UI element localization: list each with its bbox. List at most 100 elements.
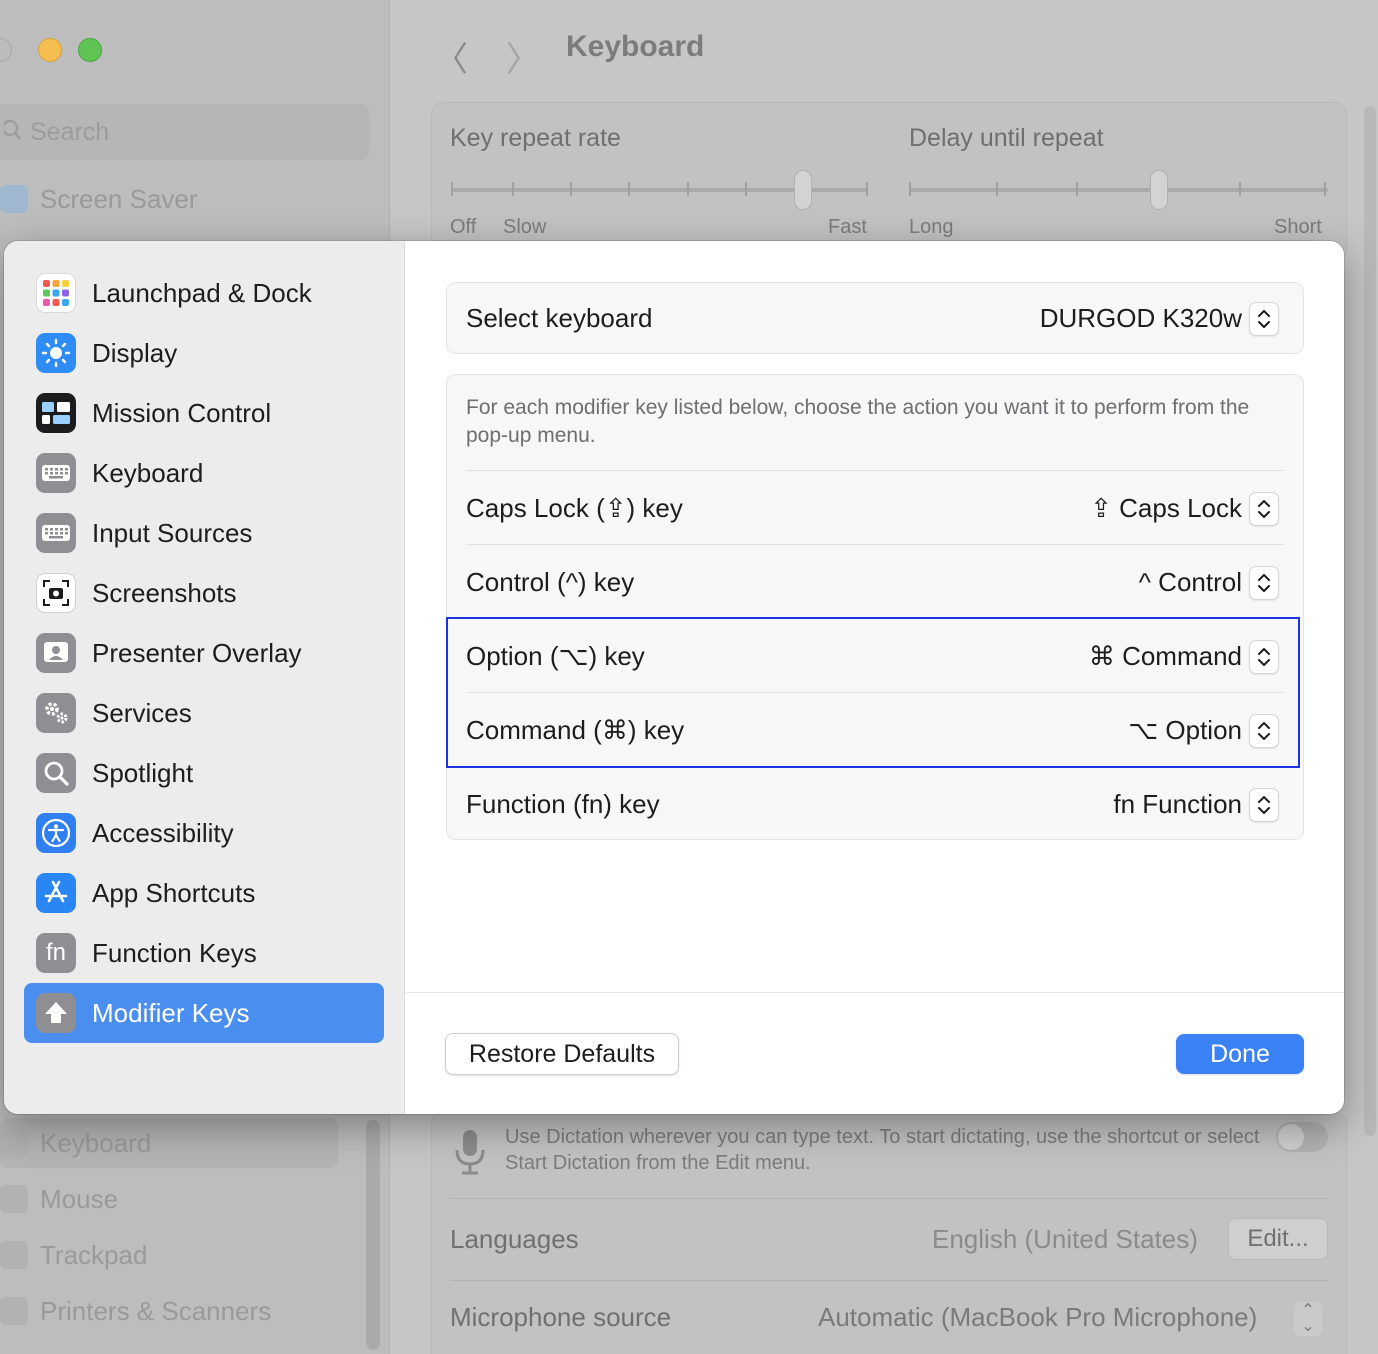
done-button[interactable]: Done — [1176, 1034, 1304, 1074]
footer-divider — [406, 992, 1344, 993]
mission-control-icon — [36, 393, 76, 433]
sidebar-item-presenter-overlay[interactable]: Presenter Overlay — [24, 623, 384, 683]
microphone-icon — [455, 1130, 485, 1175]
key-repeat-slider-knob[interactable] — [794, 170, 812, 210]
slider-label-off: Off — [450, 216, 477, 238]
caps-lock-key-label: Caps Lock (⇪) key — [466, 493, 683, 523]
chevron-up-down-icon — [1258, 574, 1270, 592]
delay-repeat-slider-knob[interactable] — [1150, 170, 1168, 210]
presenter-overlay-icon — [36, 633, 76, 673]
bg-sidebar-label: Trackpad — [40, 1239, 148, 1270]
screenshots-icon — [36, 573, 76, 613]
sidebar-item-screenshots[interactable]: Screenshots — [24, 563, 384, 623]
bg-sidebar-item-screen-saver[interactable]: Screen Saver — [0, 174, 340, 224]
caps-lock-key-value[interactable]: ⇪ Caps Lock — [960, 493, 1242, 524]
sidebar-scrollbar[interactable] — [366, 1120, 380, 1350]
bg-sidebar-item-trackpad[interactable]: Trackpad — [0, 1230, 340, 1280]
languages-label: Languages — [450, 1224, 579, 1254]
select-keyboard-popup-button[interactable] — [1249, 302, 1279, 336]
sidebar-item-input-sources[interactable]: Input Sources — [24, 503, 384, 563]
sidebar-item-label: App Shortcuts — [92, 877, 256, 908]
microphone-source-label: Microphone source — [450, 1302, 672, 1332]
sidebar-item-keyboard[interactable]: Keyboard — [24, 443, 384, 503]
key-repeat-label: Key repeat rate — [450, 124, 621, 152]
languages-value: English (United States) — [932, 1224, 1198, 1254]
control-key-value[interactable]: ^ Control — [960, 567, 1242, 598]
bg-sidebar-item-printers[interactable]: Printers & Scanners — [0, 1286, 340, 1336]
fn-glyph: fn — [45, 939, 66, 966]
slider-label-slow: Slow — [503, 216, 547, 238]
divider — [450, 1198, 1328, 1199]
bg-sidebar-item-mouse[interactable]: Mouse — [0, 1174, 340, 1224]
highlight-annotation-box — [446, 617, 1300, 768]
delay-repeat-label: Delay until repeat — [909, 124, 1104, 152]
microphone-source-value: Automatic (MacBook Pro Microphone) — [818, 1302, 1258, 1332]
printer-icon — [0, 1297, 28, 1325]
sidebar-item-spotlight[interactable]: Spotlight — [24, 743, 384, 803]
modifier-keys-icon — [36, 993, 76, 1033]
sidebar-item-label: Mission Control — [92, 397, 272, 428]
bg-sidebar-label: Screen Saver — [40, 183, 198, 214]
dictation-toggle[interactable] — [1276, 1122, 1328, 1152]
sidebar-item-launchpad-dock[interactable]: Launchpad & Dock — [24, 263, 384, 323]
app-shortcuts-icon — [36, 873, 76, 913]
forward-button[interactable]: 〉 — [506, 32, 540, 81]
languages-edit-button[interactable]: Edit... — [1228, 1218, 1328, 1260]
close-window-button[interactable] — [0, 38, 12, 62]
bg-sidebar-label: Mouse — [40, 1183, 119, 1214]
minimize-window-button[interactable] — [38, 38, 62, 62]
spotlight-icon — [36, 753, 76, 793]
sidebar-item-services[interactable]: Services — [24, 683, 384, 743]
sidebar-item-label: Display — [92, 337, 178, 368]
divider — [466, 470, 1284, 471]
page-title: Keyboard — [566, 30, 705, 63]
microphone-source-popup-button[interactable]: ⌃ ⌄ — [1294, 1302, 1322, 1336]
function-key-value[interactable]: fn Function — [960, 789, 1242, 820]
back-button[interactable]: 〈 — [434, 32, 468, 81]
control-popup-button[interactable] — [1249, 566, 1279, 600]
control-key-label: Control (^) key — [466, 567, 635, 597]
sidebar-item-app-shortcuts[interactable]: App Shortcuts — [24, 863, 384, 923]
chevron-up-down-icon — [1258, 796, 1270, 814]
slider-label-long: Long — [909, 216, 954, 238]
search-field[interactable]: Search — [0, 104, 370, 160]
sidebar-item-label: Screenshots — [92, 577, 237, 608]
sidebar-item-label: Services — [92, 697, 192, 728]
sidebar-item-label: Input Sources — [92, 517, 253, 548]
sidebar-item-modifier-keys[interactable]: Modifier Keys — [24, 983, 384, 1043]
input-sources-icon — [36, 513, 76, 553]
chevron-up-down-icon — [1258, 310, 1270, 328]
zoom-window-button[interactable] — [78, 38, 102, 62]
search-placeholder: Search — [30, 118, 110, 146]
dictation-description: Use Dictation wherever you can type text… — [505, 1126, 1260, 1174]
sidebar-item-label: Launchpad & Dock — [92, 277, 312, 308]
select-keyboard-label: Select keyboard — [466, 303, 653, 333]
sidebar-item-label: Function Keys — [92, 937, 257, 968]
bg-sidebar-item-keyboard[interactable]: Keyboard — [0, 1118, 338, 1168]
sidebar-item-label: Accessibility — [92, 817, 234, 848]
main-scrollbar[interactable] — [1364, 106, 1376, 1136]
trackpad-icon — [0, 1241, 28, 1269]
caps-lock-popup-button[interactable] — [1249, 492, 1279, 526]
select-keyboard-value[interactable]: DURGOD K320w — [900, 303, 1242, 334]
keyboard-icon — [36, 453, 76, 493]
function-key-label: Function (fn) key — [466, 789, 660, 819]
restore-defaults-button[interactable]: Restore Defaults — [445, 1033, 679, 1075]
chevron-up-down-icon — [1258, 500, 1270, 518]
slider-label-short: Short — [1274, 216, 1322, 238]
bg-sidebar-label: Keyboard — [40, 1127, 152, 1158]
function-keys-icon: fn — [36, 933, 76, 973]
sidebar-item-display[interactable]: Display — [24, 323, 384, 383]
function-popup-button[interactable] — [1249, 788, 1279, 822]
slider-label-fast: Fast — [828, 216, 867, 238]
modifier-keys-description: For each modifier key listed below, choo… — [466, 396, 1250, 447]
sidebar-item-label: Keyboard — [92, 457, 204, 488]
display-icon — [36, 333, 76, 373]
screen-saver-icon — [0, 185, 28, 213]
sidebar-item-label: Modifier Keys — [92, 997, 250, 1028]
sidebar-item-function-keys[interactable]: fn Function Keys — [24, 923, 384, 983]
search-icon — [4, 119, 21, 140]
sidebar-item-mission-control[interactable]: Mission Control — [24, 383, 384, 443]
sidebar-item-accessibility[interactable]: Accessibility — [24, 803, 384, 863]
launchpad-icon — [36, 273, 76, 313]
